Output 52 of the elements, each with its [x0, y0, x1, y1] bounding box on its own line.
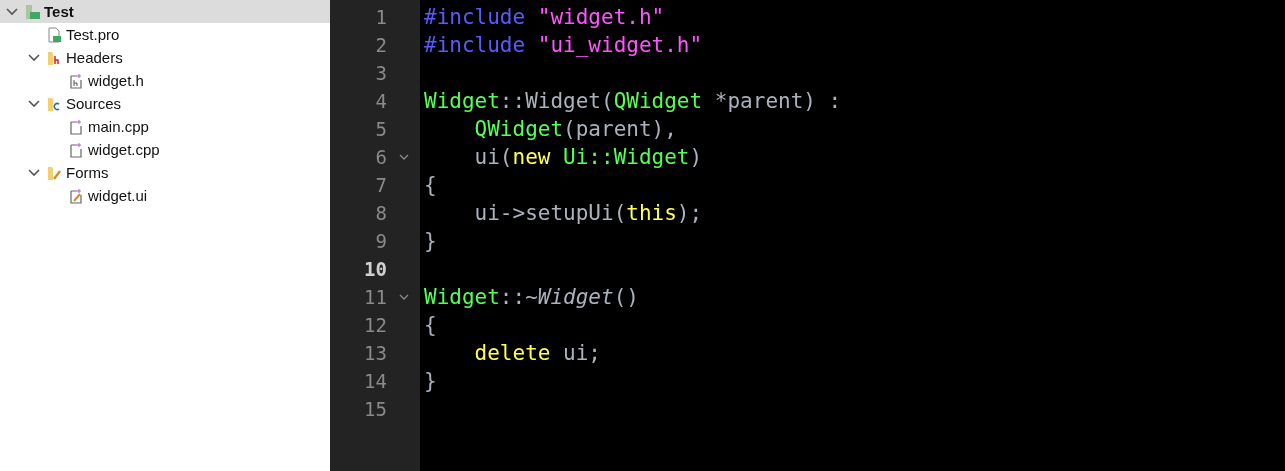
line-number: 14 — [363, 370, 387, 392]
line-number: 6 — [374, 146, 387, 168]
file-icon — [68, 141, 84, 158]
chevron-icon[interactable] — [28, 99, 40, 108]
code-line: } — [424, 229, 437, 253]
project-icon — [24, 3, 40, 20]
tree-item[interactable]: widget.h — [0, 69, 330, 92]
code-line: Widget::~Widget() — [424, 285, 639, 309]
chevron-icon[interactable] — [6, 7, 18, 16]
code-line: #include "ui_widget.h" — [424, 33, 703, 57]
code-line: { — [424, 173, 437, 197]
tree-item[interactable]: Sources — [0, 92, 330, 115]
line-number: 1 — [374, 6, 387, 28]
tree-item[interactable]: Test — [0, 0, 330, 23]
tree-item[interactable]: widget.ui — [0, 184, 330, 207]
folder-icon — [46, 49, 62, 66]
code-line: { — [424, 313, 437, 337]
fold-chevron-icon[interactable] — [398, 154, 409, 160]
line-number: 3 — [374, 62, 387, 84]
project-file-icon — [46, 26, 62, 43]
line-number: 10 — [363, 258, 387, 280]
chevron-icon[interactable] — [28, 168, 40, 177]
tree-item[interactable]: Forms — [0, 161, 330, 184]
tree-item[interactable]: Headers — [0, 46, 330, 69]
line-number: 9 — [374, 230, 387, 252]
code-line: Widget::Widget(QWidget *parent) : — [424, 89, 842, 113]
code-editor[interactable]: #include "widget.h" #include "ui_widget.h" Widget::Widget(QWidget *parent) : QWidget(parent), ui(new Ui::Widget) { ui->setupUi(this); } Widget::~Widget() { delete ui; } — [420, 0, 1285, 471]
line-number: 8 — [374, 202, 387, 224]
fold-chevron-icon[interactable] — [398, 294, 409, 300]
line-number: 7 — [374, 174, 387, 196]
code-line: ui(new Ui::Widget) — [474, 145, 703, 169]
tree-item[interactable]: main.cpp — [0, 115, 330, 138]
folder-icon — [46, 95, 62, 112]
line-number: 2 — [374, 34, 387, 56]
line-number: 5 — [374, 118, 387, 140]
file-icon — [68, 118, 84, 135]
line-number: 12 — [363, 314, 387, 336]
line-number: 11 — [363, 286, 387, 308]
code-line: } — [424, 369, 437, 393]
code-line: #include "widget.h" — [424, 5, 665, 29]
chevron-icon[interactable] — [28, 53, 40, 62]
line-number: 15 — [363, 398, 387, 420]
file-icon — [68, 72, 84, 89]
code-line: ui->setupUi(this); — [474, 201, 703, 225]
line-number: 4 — [374, 90, 387, 112]
tree-item[interactable]: widget.cpp — [0, 138, 330, 161]
code-line: delete ui; — [474, 341, 601, 365]
pencil-file-icon — [68, 187, 84, 204]
tree-item[interactable]: Test.pro — [0, 23, 330, 46]
line-number: 13 — [363, 342, 387, 364]
folder-icon — [46, 164, 62, 181]
code-line: QWidget(parent), — [474, 117, 677, 141]
